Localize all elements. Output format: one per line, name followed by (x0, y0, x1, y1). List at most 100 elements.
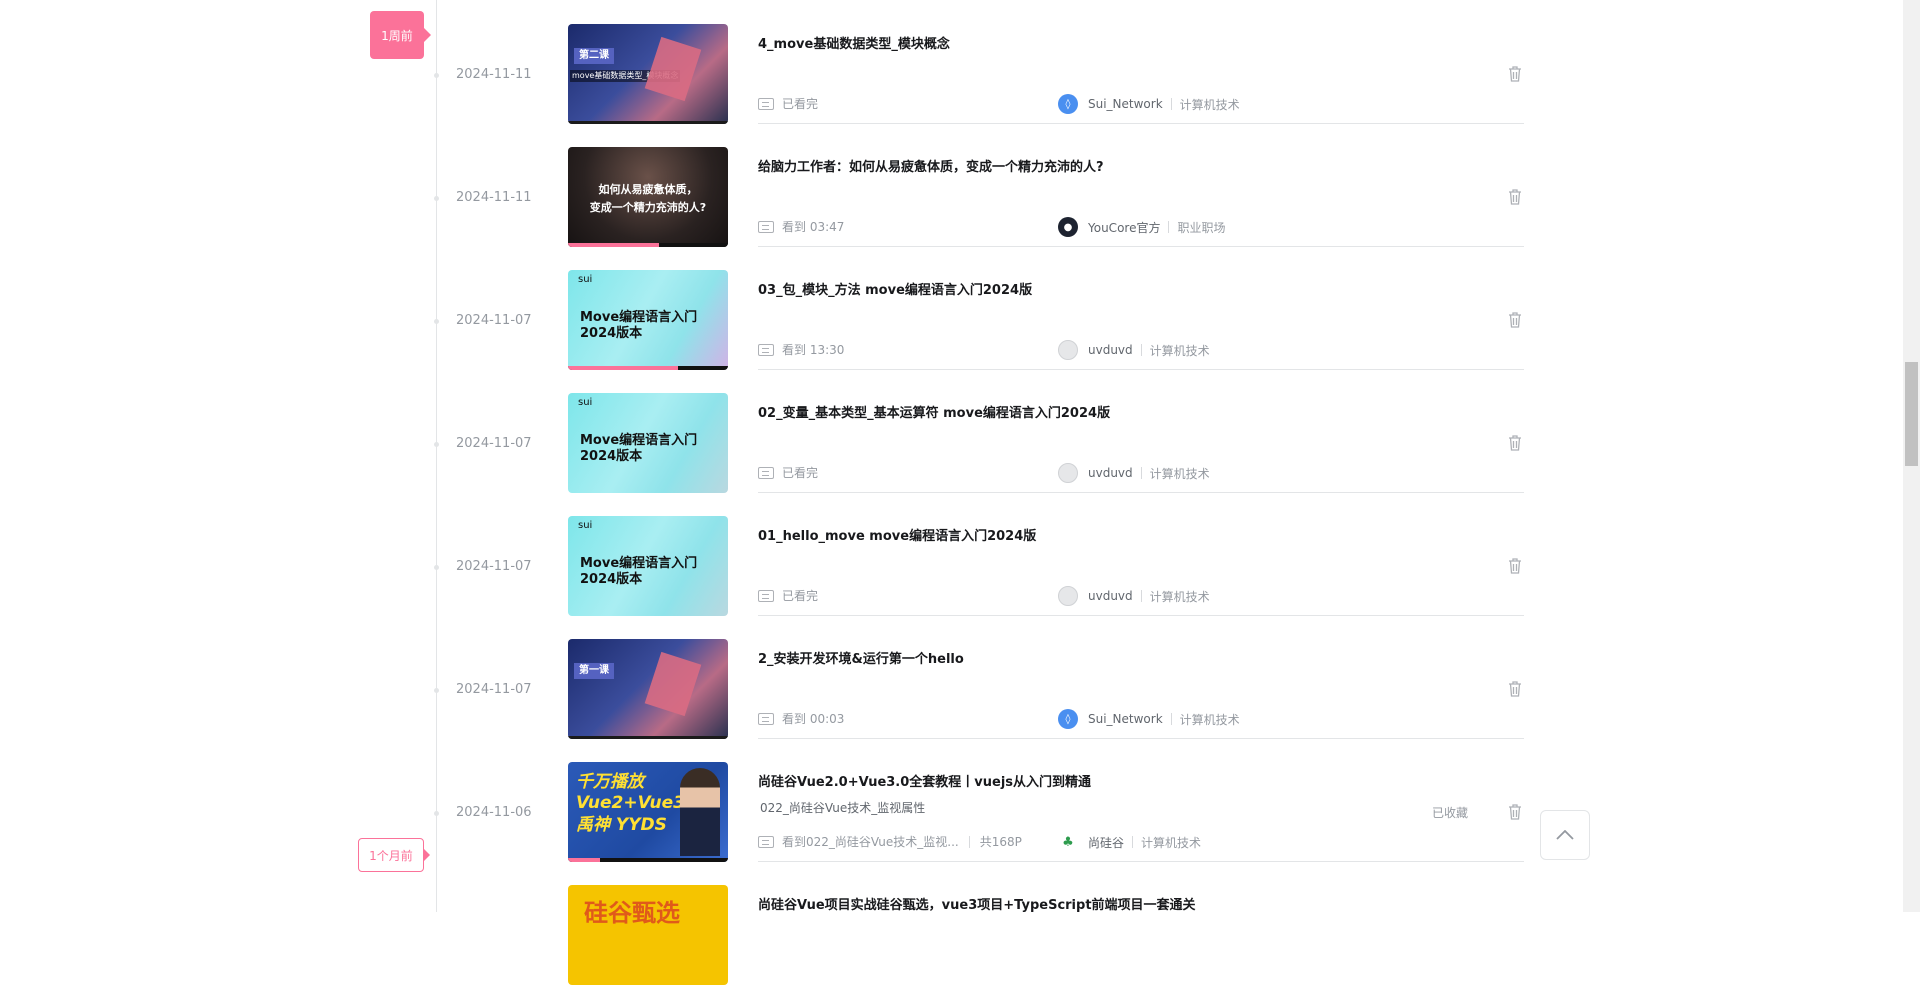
thumbnail-text: 第二课 (574, 48, 614, 64)
author-info: ◊ Sui_Network 计算机技术 (1058, 709, 1240, 729)
watch-status: 看到 00:03 (758, 710, 844, 727)
delete-icon[interactable] (1508, 312, 1522, 328)
pc-icon (758, 835, 774, 848)
author-name[interactable]: Sui_Network (1088, 97, 1163, 111)
watch-status: 已看完 (758, 587, 818, 604)
timeline-dot (434, 319, 439, 324)
history-item[interactable]: 2024-11-11 如何从易疲惫体质， 变成一个精力充沛的人? 给脑力工作者：… (0, 147, 1920, 270)
chevron-up-icon (1556, 830, 1574, 840)
pc-icon (758, 466, 774, 479)
episode-title[interactable]: 022_尚硅谷Vue技术_监视属性 (760, 799, 925, 816)
author-info: uvduvd 计算机技术 (1058, 340, 1210, 360)
history-item[interactable]: 2024-11-07 第一课 2_安装开发环境&运行第一个hello 看到 00… (0, 639, 1920, 762)
video-title[interactable]: 尚硅谷Vue项目实战硅谷甄选，vue3项目+TypeScript前端项目一套通关 (758, 894, 1196, 913)
video-thumbnail[interactable]: 第一课 (568, 639, 728, 739)
part-count: 共168P (979, 835, 1022, 849)
timeline-dot (434, 688, 439, 693)
favorited-label[interactable]: 已收藏 (1432, 804, 1468, 821)
watch-date: 2024-11-07 (456, 313, 532, 328)
video-thumbnail[interactable]: 千万播放 Vue2+Vue3 禹神 YYDS (568, 762, 728, 862)
video-thumbnail[interactable]: 硅谷甄选 (568, 885, 728, 985)
pc-icon (758, 343, 774, 356)
watch-status: 看到 03:47 (758, 218, 844, 235)
timeline-dot (434, 442, 439, 447)
video-title[interactable]: 2_安装开发环境&运行第一个hello (758, 648, 964, 667)
history-item[interactable]: 2024-11-07 sui Move编程语言入门 2024版本 02_变量_基… (0, 393, 1920, 516)
avatar[interactable]: ◊ (1058, 709, 1078, 729)
avatar[interactable] (1058, 340, 1078, 360)
watch-date: 2024-11-07 (456, 682, 532, 697)
history-item[interactable]: 2024-11-11 第二课 move基础数据类型_模块概念 4_move基础数… (0, 24, 1920, 147)
author-info: ● YouCore官方 职业职场 (1058, 217, 1225, 237)
pc-icon (758, 220, 774, 233)
avatar[interactable]: ♣ (1058, 832, 1078, 852)
author-info: uvduvd 计算机技术 (1058, 463, 1210, 483)
video-thumbnail[interactable]: 如何从易疲惫体质， 变成一个精力充沛的人? (568, 147, 728, 247)
delete-icon[interactable] (1508, 681, 1522, 697)
watch-status: 看到022_尚硅谷Vue技术_监视... 共168P (758, 833, 1022, 850)
history-item[interactable]: 2024-11-07 sui Move编程语言入门 2024版本 01_hell… (0, 516, 1920, 639)
video-title[interactable]: 01_hello_move move编程语言入门2024版 (758, 525, 1036, 544)
category-tag: 计算机技术 (1149, 466, 1210, 481)
separator (1132, 836, 1134, 848)
watch-date: 2024-11-06 (456, 805, 532, 820)
timeline-dot (434, 73, 439, 78)
sui-logo: sui (578, 397, 593, 408)
author-name[interactable]: uvduvd (1088, 589, 1133, 603)
separator (968, 835, 970, 848)
scrollbar-thumb[interactable] (1905, 362, 1918, 466)
video-thumbnail[interactable]: sui Move编程语言入门 2024版本 (568, 393, 728, 493)
history-item[interactable]: 硅谷甄选 尚硅谷Vue项目实战硅谷甄选，vue3项目+TypeScript前端项… (0, 885, 1920, 1008)
watch-date: 2024-11-11 (456, 190, 532, 205)
row-divider (758, 246, 1524, 247)
video-title[interactable]: 给脑力工作者：如何从易疲惫体质，变成一个精力充沛的人? (758, 156, 1104, 175)
avatar[interactable]: ◊ (1058, 94, 1078, 114)
avatar[interactable] (1058, 463, 1078, 483)
author-name[interactable]: Sui_Network (1088, 712, 1163, 726)
video-thumbnail[interactable]: 第二课 move基础数据类型_模块概念 (568, 24, 728, 124)
sui-logo: sui (578, 520, 593, 531)
video-thumbnail[interactable]: sui Move编程语言入门 2024版本 (568, 270, 728, 370)
delete-icon[interactable] (1508, 804, 1522, 820)
author-info: ♣ 尚硅谷 计算机技术 (1058, 832, 1201, 852)
video-thumbnail[interactable]: sui Move编程语言入门 2024版本 (568, 516, 728, 616)
separator (1168, 221, 1170, 233)
history-item[interactable]: 2024-11-07 sui Move编程语言入门 2024版本 03_包_模块… (0, 270, 1920, 393)
delete-icon[interactable] (1508, 189, 1522, 205)
thumbnail-text: Move编程语言入门 2024版本 (580, 310, 698, 341)
author-name[interactable]: 尚硅谷 (1088, 834, 1124, 851)
progress-track (568, 736, 728, 739)
category-tag: 计算机技术 (1179, 97, 1240, 112)
delete-icon[interactable] (1508, 435, 1522, 451)
video-title[interactable]: 尚硅谷Vue2.0+Vue3.0全套教程丨vuejs从入门到精通 (758, 771, 1091, 790)
pc-icon (758, 712, 774, 725)
delete-icon[interactable] (1508, 66, 1522, 82)
delete-icon[interactable] (1508, 558, 1522, 574)
row-divider (758, 123, 1524, 124)
watch-date: 2024-11-07 (456, 436, 532, 451)
author-name[interactable]: YouCore官方 (1088, 219, 1160, 236)
progress-fill (568, 366, 679, 370)
video-title[interactable]: 4_move基础数据类型_模块概念 (758, 33, 950, 52)
author-info: ◊ Sui_Network 计算机技术 (1058, 94, 1240, 114)
video-title[interactable]: 02_变量_基本类型_基本运算符 move编程语言入门2024版 (758, 402, 1110, 421)
row-divider (758, 369, 1524, 370)
category-tag: 计算机技术 (1149, 343, 1210, 358)
avatar[interactable] (1058, 586, 1078, 606)
watch-date: 2024-11-07 (456, 559, 532, 574)
author-name[interactable]: uvduvd (1088, 466, 1133, 480)
author-name[interactable]: uvduvd (1088, 343, 1133, 357)
category-tag: 计算机技术 (1179, 712, 1240, 727)
pc-icon (758, 97, 774, 110)
row-divider (758, 738, 1524, 739)
separator (1170, 713, 1172, 725)
back-to-top-button[interactable] (1540, 810, 1590, 860)
row-divider (758, 492, 1524, 493)
scrollbar[interactable] (1903, 0, 1920, 912)
watch-status: 已看完 (758, 464, 818, 481)
avatar[interactable]: ● (1058, 217, 1078, 237)
thumbnail-graphic (644, 36, 702, 102)
video-title[interactable]: 03_包_模块_方法 move编程语言入门2024版 (758, 279, 1032, 298)
thumbnail-text: Move编程语言入门 2024版本 (580, 556, 698, 587)
history-item[interactable]: 2024-11-06 千万播放 Vue2+Vue3 禹神 YYDS 尚硅谷Vue… (0, 762, 1920, 885)
